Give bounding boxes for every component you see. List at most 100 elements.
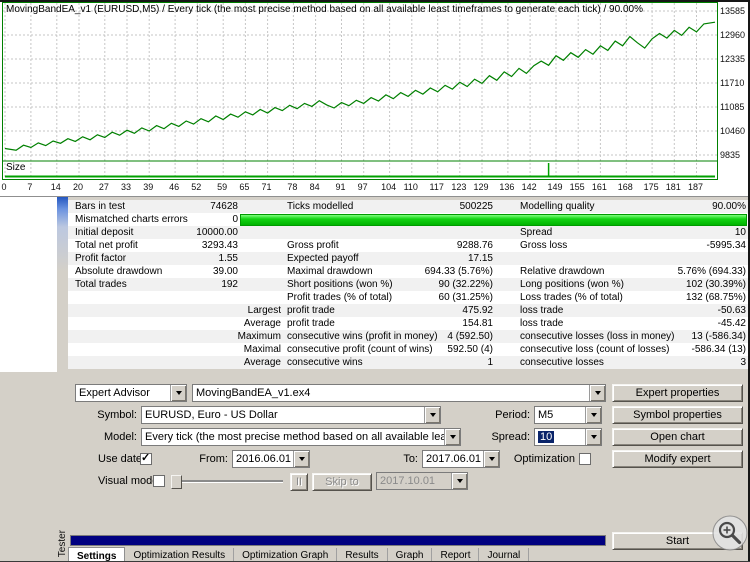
visual-speed-slider[interactable] xyxy=(171,474,283,489)
report-cell: Maximum xyxy=(237,331,281,342)
x-tick-label: 84 xyxy=(309,182,320,192)
y-tick-label: 11085 xyxy=(720,102,745,112)
tester-content: Bars in test 74628 Ticks modelled 500225 Mod… xyxy=(68,197,750,562)
expert-properties-button[interactable]: Expert properties xyxy=(612,384,743,402)
report-cell: profit trade xyxy=(287,305,335,316)
report-cell: 10000.00 xyxy=(196,227,238,238)
report-cell: Average xyxy=(243,357,281,368)
report-cell: Gross profit xyxy=(287,240,339,251)
skip-to-button[interactable]: Skip to xyxy=(312,473,372,491)
report-row: Maximal consecutive profit (count of wins… xyxy=(68,343,750,356)
slider-thumb[interactable] xyxy=(171,475,182,489)
chevron-down-icon[interactable] xyxy=(293,451,309,467)
visual-mode-checkbox[interactable] xyxy=(153,475,165,487)
tab-settings[interactable]: Settings xyxy=(68,547,126,562)
report-cell: 60 (31.25%) xyxy=(438,292,493,303)
pause-button[interactable]: II xyxy=(290,473,308,491)
report-cell: Largest xyxy=(247,305,281,316)
expert-name-combo[interactable]: MovingBandEA_v1.ex4 xyxy=(192,384,606,402)
report-cell: 17.15 xyxy=(467,253,493,264)
y-tick-label: 11710 xyxy=(720,78,745,88)
y-tick-label: 10460 xyxy=(720,126,746,136)
y-tick-label: 13585 xyxy=(720,6,746,16)
chevron-down-icon xyxy=(451,473,467,489)
modelling-quality-bar xyxy=(240,214,747,226)
x-tick-label: 149 xyxy=(547,182,563,192)
report-row: Initial deposit 10000.00 Spread 10 xyxy=(68,226,750,239)
x-tick-label: 39 xyxy=(143,182,154,192)
y-tick-label: 12960 xyxy=(720,30,746,40)
visual-mode-label: Visual mode xyxy=(98,475,159,487)
x-tick-label: 46 xyxy=(169,182,180,192)
x-tick-label: 104 xyxy=(381,182,397,192)
tab-optimization-results[interactable]: Optimization Results xyxy=(125,548,235,562)
spread-label: Spread: xyxy=(491,431,530,443)
model-combo[interactable]: Every tick (the most precise method base… xyxy=(141,428,461,446)
expert-type-combo[interactable]: Expert Advisor xyxy=(75,384,187,402)
to-date-combo[interactable]: 2017.06.01 xyxy=(422,450,500,468)
report-cell: -586.34 (13) xyxy=(691,344,746,355)
use-date-checkbox[interactable] xyxy=(140,451,152,465)
to-label: To: xyxy=(403,453,418,465)
x-tick-label: 59 xyxy=(217,182,228,192)
modify-expert-button[interactable]: Modify expert xyxy=(612,450,743,468)
optimization-checkbox[interactable] xyxy=(579,453,591,465)
report-row: Total trades 192 Short positions (won %) 90… xyxy=(68,278,750,291)
x-tick-label: 91 xyxy=(335,182,346,192)
size-pane-label: Size xyxy=(6,162,26,173)
model-value: Every tick (the most precise method base… xyxy=(145,431,444,443)
report-cell: 4 (592.50) xyxy=(447,331,493,342)
chevron-down-icon[interactable] xyxy=(585,407,601,423)
symbol-combo[interactable]: EURUSD, Euro - US Dollar xyxy=(141,406,441,424)
report-cell: 3 xyxy=(740,357,746,368)
tab-optimization-graph[interactable]: Optimization Graph xyxy=(234,548,338,562)
report-cell: Maximal xyxy=(243,344,281,355)
tester-graph-panel: MovingBandEA_v1 (EURUSD,M5) / Every tick… xyxy=(0,0,750,196)
chevron-down-icon[interactable] xyxy=(170,385,186,401)
open-chart-button[interactable]: Open chart xyxy=(612,428,743,446)
period-combo[interactable]: M5 xyxy=(534,406,602,424)
from-label: From: xyxy=(199,453,228,465)
report-cell: Modelling quality xyxy=(520,201,595,212)
report-cell: 192 xyxy=(221,279,238,290)
chevron-down-icon[interactable] xyxy=(424,407,440,423)
x-axis-labels: 0 7 14 20 27 33 39 46 52 59 65 71 78 84 91 97 104 110 117 1… xyxy=(1,182,716,194)
tab-journal[interactable]: Journal xyxy=(479,548,530,562)
x-tick-label: 136 xyxy=(499,182,515,192)
x-tick-label: 175 xyxy=(643,182,659,192)
chevron-down-icon[interactable] xyxy=(585,429,601,445)
expert-name-value: MovingBandEA_v1.ex4 xyxy=(196,387,311,399)
spread-selected-text: 10 xyxy=(538,431,555,443)
report-cell: Average xyxy=(243,318,281,329)
report-cell: loss trade xyxy=(520,305,564,316)
y-tick-label: 12335 xyxy=(720,54,746,64)
x-tick-label: 110 xyxy=(403,182,418,192)
report-cell: Total net profit xyxy=(75,240,138,251)
report-cell: Long positions (won %) xyxy=(520,279,624,290)
x-tick-label: 52 xyxy=(191,182,202,192)
report-cell: 10 xyxy=(734,227,746,238)
model-label: Model: xyxy=(103,431,137,443)
x-tick-label: 155 xyxy=(569,182,585,192)
chevron-down-icon[interactable] xyxy=(589,385,605,401)
symbol-properties-button[interactable]: Symbol properties xyxy=(612,406,743,424)
skip-date-value: 2017.10.01 xyxy=(380,475,436,487)
report-cell: -45.42 xyxy=(717,318,746,329)
tab-results[interactable]: Results xyxy=(337,548,388,562)
chevron-down-icon[interactable] xyxy=(444,429,460,445)
report-cell: -50.63 xyxy=(717,305,746,316)
tab-graph[interactable]: Graph xyxy=(388,548,433,562)
tab-report[interactable]: Report xyxy=(432,548,480,562)
chart-title: MovingBandEA_v1 (EURUSD,M5) / Every tick… xyxy=(6,4,643,15)
report-row: Absolute drawdown 39.00 Maximal drawdown 69… xyxy=(68,265,750,278)
report-cell: Loss trades (% of total) xyxy=(520,292,623,303)
report-cell: loss trade xyxy=(520,318,564,329)
report-cell: Ticks modelled xyxy=(287,201,354,212)
from-date-combo[interactable]: 2016.06.01 xyxy=(232,450,310,468)
report-row: Average consecutive wins 1 consecutive loss… xyxy=(68,356,750,369)
report-row: Largest profit trade 475.92 loss trade -50.6… xyxy=(68,304,750,317)
report-row: Profit factor 1.55 Expected payoff 17.15 xyxy=(68,252,750,265)
report-cell: Absolute drawdown xyxy=(75,266,163,277)
spread-combo[interactable]: 10 xyxy=(534,428,602,446)
x-tick-label: 187 xyxy=(687,182,704,192)
